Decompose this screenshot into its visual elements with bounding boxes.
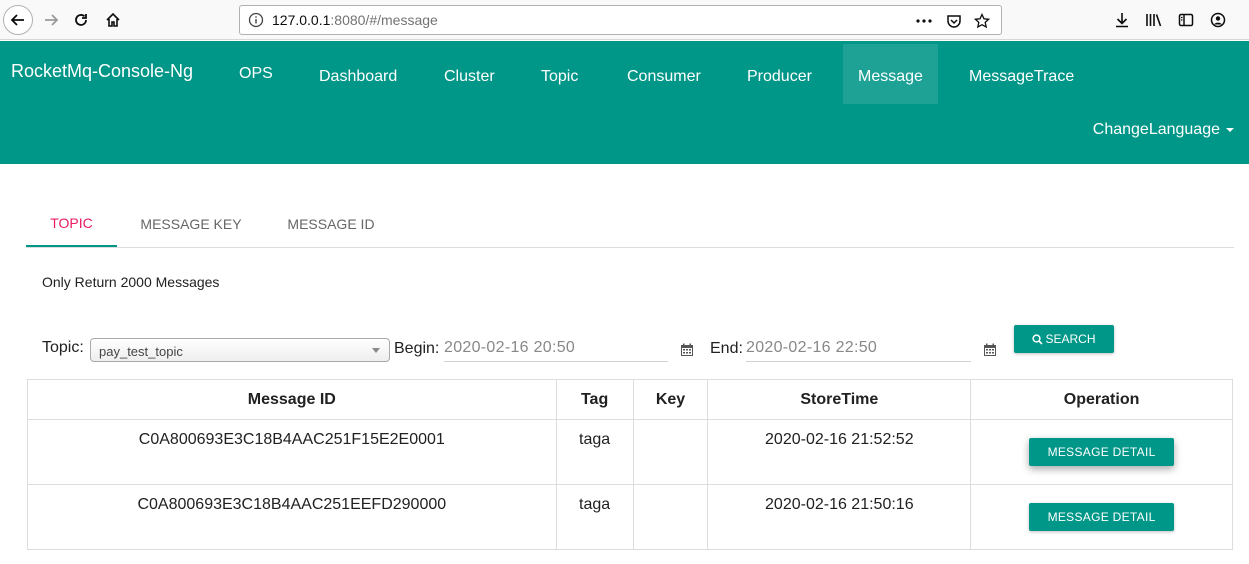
topic-select-value: pay_test_topic	[99, 344, 183, 359]
nav-item-ops[interactable]: OPS	[224, 44, 288, 104]
tag-cell: taga	[555, 484, 634, 550]
url-text[interactable]: 127.0.0.1:8080/#/message	[272, 12, 438, 28]
url-path: :8080/#/message	[330, 12, 438, 28]
notice-text: Only Return 2000 Messages	[42, 274, 220, 290]
end-time-input[interactable]	[746, 336, 971, 362]
search-button[interactable]: SEARCH	[1014, 325, 1114, 353]
begin-time-input[interactable]	[444, 336, 668, 362]
operation-cell: MESSAGE DETAIL	[970, 484, 1233, 550]
back-button[interactable]	[3, 5, 33, 35]
account-icon	[1210, 12, 1226, 28]
message-detail-button[interactable]: MESSAGE DETAIL	[1029, 503, 1175, 531]
column-header-store-time: StoreTime	[707, 379, 972, 420]
more-horizontal-icon	[916, 19, 932, 23]
nav-item-producer[interactable]: Producer	[732, 44, 827, 104]
star-icon	[974, 13, 990, 29]
table-row: C0A800693E3C18B4AAC251F15E2E0001 taga 20…	[27, 419, 1233, 485]
calendar-icon[interactable]	[680, 343, 694, 357]
nav-item-cluster[interactable]: Cluster	[429, 44, 510, 104]
table-row: C0A800693E3C18B4AAC251EEFD290000 taga 20…	[27, 484, 1233, 550]
brand-title[interactable]: RocketMq-Console-Ng	[11, 61, 193, 82]
end-label: End:	[710, 340, 743, 357]
table-header-row: Message ID Tag Key StoreTime Operation	[27, 379, 1233, 420]
home-icon	[106, 12, 120, 27]
caret-down-icon	[1226, 127, 1234, 132]
nav-item-message[interactable]: Message	[843, 44, 938, 104]
change-language-dropdown[interactable]: ChangeLanguage	[1093, 121, 1234, 139]
column-header-operation: Operation	[970, 379, 1233, 420]
nav-item-label: Message	[858, 68, 923, 85]
store-time-cell: 2020-02-16 21:52:52	[707, 419, 972, 485]
url-bar[interactable]: 127.0.0.1:8080/#/message	[239, 5, 1002, 35]
chevron-down-icon	[372, 348, 380, 353]
tag-cell: taga	[555, 419, 634, 485]
begin-label: Begin:	[394, 340, 440, 357]
tab-message-id[interactable]: MESSAGE ID	[274, 200, 388, 247]
library-icon	[1146, 14, 1162, 27]
store-time-cell: 2020-02-16 21:50:16	[707, 484, 972, 550]
forward-button[interactable]	[37, 6, 65, 34]
browser-toolbar: 127.0.0.1:8080/#/message	[0, 0, 1249, 40]
home-button[interactable]	[99, 6, 127, 34]
key-cell	[632, 419, 709, 485]
topic-select[interactable]: pay_test_topic	[90, 338, 390, 362]
sidebar-button[interactable]	[1176, 10, 1196, 30]
library-button[interactable]	[1144, 10, 1164, 30]
query-tabs: TOPIC MESSAGE KEY MESSAGE ID	[26, 200, 1234, 248]
url-host: 127.0.0.1	[272, 12, 331, 28]
nav-item-label: MessageTrace	[969, 68, 1075, 85]
nav-item-consumer[interactable]: Consumer	[612, 44, 716, 104]
message-id-cell: C0A800693E3C18B4AAC251EEFD290000	[27, 484, 557, 550]
column-header-message-id: Message ID	[27, 379, 557, 420]
app-navbar: RocketMq-Console-Ng OPS Dashboard Cluste…	[0, 41, 1249, 164]
reload-icon	[75, 14, 87, 26]
downloads-button[interactable]	[1112, 10, 1132, 30]
message-id-cell: C0A800693E3C18B4AAC251F15E2E0001	[27, 419, 557, 485]
message-detail-button[interactable]: MESSAGE DETAIL	[1029, 438, 1175, 466]
pocket-button[interactable]	[945, 12, 963, 30]
download-icon	[1116, 13, 1128, 28]
nav-item-dashboard[interactable]: Dashboard	[304, 44, 412, 104]
column-header-key: Key	[632, 379, 709, 420]
arrow-left-icon	[10, 14, 24, 26]
topic-label: Topic:	[42, 339, 84, 356]
nav-item-topic[interactable]: Topic	[526, 44, 593, 104]
bookmark-button[interactable]	[973, 12, 991, 30]
nav-item-label: Consumer	[627, 68, 701, 85]
nav-item-label: Producer	[747, 68, 812, 85]
sidebar-icon	[1178, 13, 1194, 27]
account-button[interactable]	[1208, 10, 1228, 30]
search-icon	[1032, 333, 1044, 345]
nav-item-label: Dashboard	[319, 68, 398, 85]
tab-topic[interactable]: TOPIC	[26, 200, 117, 247]
tab-message-key[interactable]: MESSAGE KEY	[126, 200, 256, 247]
message-table: Message ID Tag Key StoreTime Operation C…	[27, 379, 1233, 550]
search-button-label: SEARCH	[1045, 332, 1096, 346]
pocket-icon	[947, 15, 961, 28]
calendar-icon[interactable]	[983, 343, 997, 357]
operation-cell: MESSAGE DETAIL	[970, 419, 1233, 485]
nav-item-label: Topic	[541, 68, 579, 85]
arrow-right-icon	[45, 14, 59, 26]
reload-button[interactable]	[67, 6, 95, 34]
page-actions-button[interactable]	[915, 12, 933, 30]
info-icon[interactable]	[248, 12, 264, 28]
change-language-label: ChangeLanguage	[1092, 121, 1220, 138]
nav-item-label: Cluster	[444, 68, 495, 85]
nav-item-messagetrace[interactable]: MessageTrace	[954, 44, 1089, 104]
column-header-tag: Tag	[555, 379, 634, 420]
key-cell	[632, 484, 709, 550]
